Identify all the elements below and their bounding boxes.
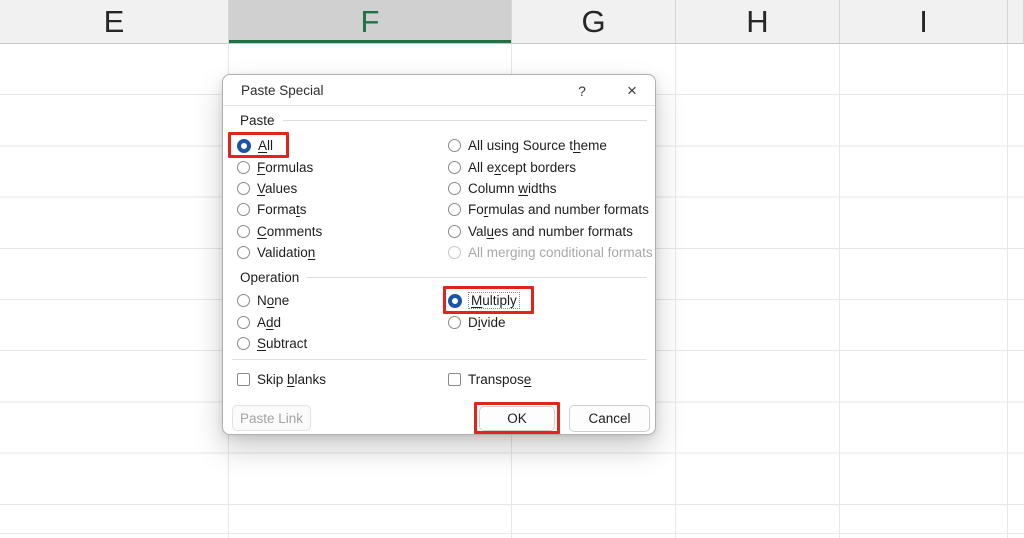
radio-option-all-merging-conditional-formats: All merging conditional formats bbox=[448, 242, 660, 263]
ok-button[interactable]: OK bbox=[479, 406, 555, 431]
column-header-f[interactable]: F bbox=[229, 0, 512, 44]
checkbox-skip-blanks[interactable]: Skip blanks bbox=[237, 369, 326, 389]
gridline-horizontal bbox=[0, 533, 1024, 534]
group-divider-line bbox=[307, 276, 647, 278]
gridline-vertical bbox=[1007, 44, 1008, 538]
section-divider bbox=[232, 359, 646, 360]
radio-icon bbox=[448, 293, 462, 308]
radio-option-none[interactable]: None bbox=[237, 290, 449, 311]
checkbox-icon bbox=[237, 372, 250, 386]
radio-icon bbox=[448, 246, 461, 260]
paste-group-header: Paste bbox=[240, 111, 647, 129]
operation-group-header: Operation bbox=[240, 268, 647, 286]
radio-option-validation[interactable]: Validation bbox=[237, 242, 449, 263]
radio-icon bbox=[237, 138, 251, 153]
dialog-title: Paste Special bbox=[241, 83, 324, 98]
radio-icon bbox=[237, 160, 250, 174]
radio-option-all-using-source-theme[interactable]: All using Source theme bbox=[448, 135, 660, 156]
radio-icon bbox=[237, 315, 250, 329]
radio-icon bbox=[237, 224, 250, 238]
gridline-vertical bbox=[839, 44, 840, 538]
radio-option-multiply[interactable]: Multiply bbox=[448, 290, 660, 311]
column-header-g[interactable]: G bbox=[512, 0, 676, 44]
column-header-e[interactable]: E bbox=[0, 0, 229, 44]
operation-group-label: Operation bbox=[240, 269, 300, 285]
gridline-vertical bbox=[675, 44, 676, 538]
dialog-titlebar[interactable]: Paste Special ? × bbox=[223, 75, 655, 106]
radio-icon bbox=[237, 336, 250, 350]
column-header-partial[interactable] bbox=[1008, 0, 1024, 44]
column-header-row: E F G H I bbox=[0, 0, 1024, 44]
radio-option-add[interactable]: Add bbox=[237, 311, 449, 332]
radio-icon bbox=[448, 315, 461, 329]
radio-icon bbox=[237, 294, 250, 308]
radio-option-all[interactable]: All bbox=[237, 135, 449, 156]
close-icon[interactable]: × bbox=[616, 76, 648, 105]
paste-link-button: Paste Link bbox=[232, 405, 311, 431]
radio-icon bbox=[448, 224, 461, 238]
radio-option-formulas-and-number-formats[interactable]: Formulas and number formats bbox=[448, 199, 660, 220]
help-button[interactable]: ? bbox=[566, 76, 598, 105]
excel-window: E F G H I Paste Special ? × Paste All Fo… bbox=[0, 0, 1024, 538]
paste-group-label: Paste bbox=[240, 112, 275, 128]
cancel-button[interactable]: Cancel bbox=[569, 405, 650, 432]
radio-option-formulas[interactable]: Formulas bbox=[237, 156, 449, 177]
radio-icon bbox=[448, 139, 461, 153]
radio-option-divide[interactable]: Divide bbox=[448, 311, 660, 332]
radio-option-formats[interactable]: Formats bbox=[237, 199, 449, 220]
radio-option-comments[interactable]: Comments bbox=[237, 221, 449, 242]
radio-icon bbox=[237, 181, 250, 195]
radio-icon bbox=[448, 203, 461, 217]
radio-option-column-widths[interactable]: Column widths bbox=[448, 178, 660, 199]
radio-icon bbox=[237, 203, 250, 217]
checkbox-transpose[interactable]: Transpose bbox=[448, 369, 531, 389]
radio-option-all-except-borders[interactable]: All except borders bbox=[448, 156, 660, 177]
paste-special-dialog: Paste Special ? × Paste All Formulas Val… bbox=[222, 74, 656, 435]
radio-icon bbox=[448, 160, 461, 174]
radio-icon bbox=[237, 246, 250, 260]
checkbox-icon bbox=[448, 372, 461, 386]
column-header-h[interactable]: H bbox=[676, 0, 840, 44]
group-divider-line bbox=[282, 119, 647, 121]
radio-option-values[interactable]: Values bbox=[237, 178, 449, 199]
radio-icon bbox=[448, 181, 461, 195]
radio-option-subtract[interactable]: Subtract bbox=[237, 333, 449, 354]
radio-option-values-and-number-formats[interactable]: Values and number formats bbox=[448, 221, 660, 242]
column-header-i[interactable]: I bbox=[840, 0, 1008, 44]
